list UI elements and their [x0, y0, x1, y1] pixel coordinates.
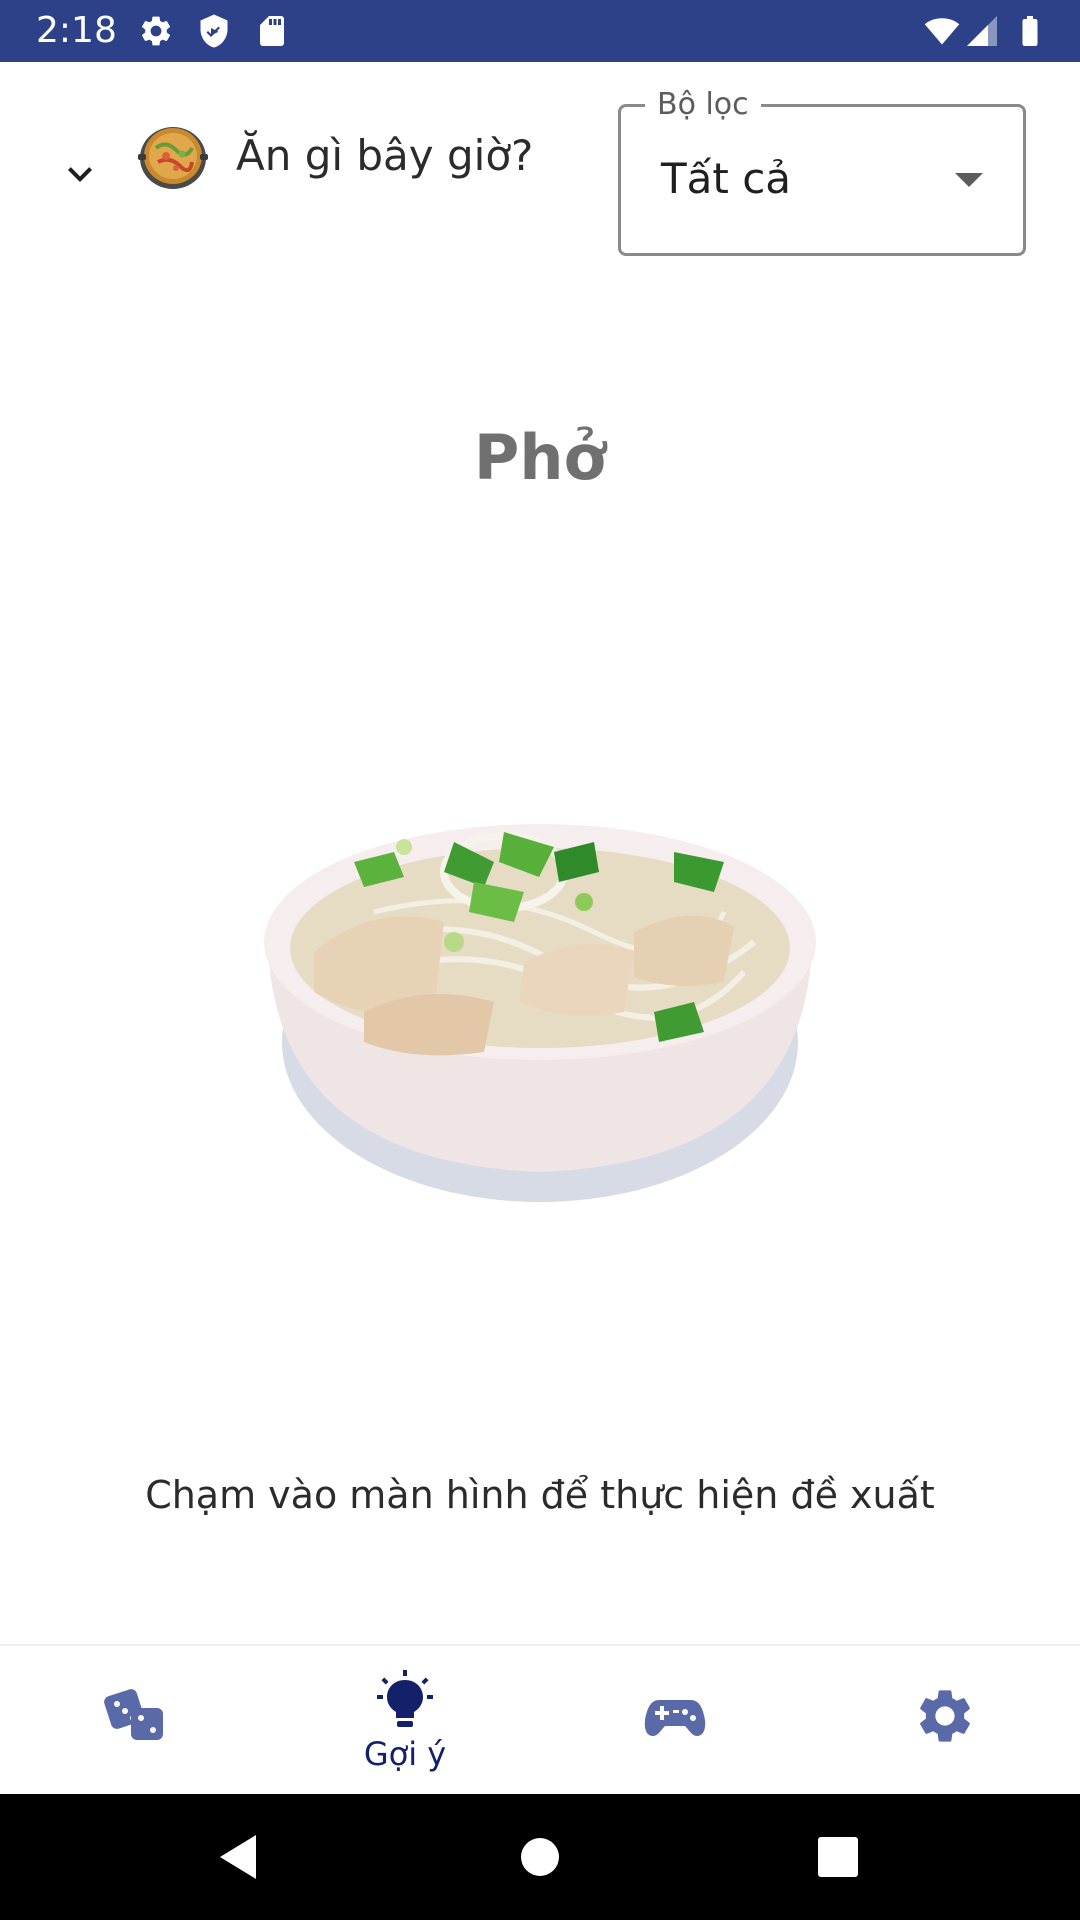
tap-hint-text: Chạm vào màn hình để thực hiện đề xuất: [145, 1473, 935, 1517]
chevron-down-icon[interactable]: [56, 150, 104, 198]
status-bar: 2:18: [0, 0, 1080, 62]
signal-icon: [964, 13, 1000, 49]
status-time: 2:18: [36, 10, 117, 51]
app-logo-icon: [136, 118, 210, 192]
lightbulb-icon: [373, 1668, 437, 1732]
settings-icon: [138, 13, 174, 49]
bottom-navigation: Gợi ý: [0, 1644, 1080, 1794]
recents-icon[interactable]: [808, 1827, 868, 1887]
back-icon[interactable]: [208, 1827, 268, 1887]
nav-item-game[interactable]: [540, 1646, 810, 1794]
filter-dropdown[interactable]: Bộ lọc Tất cả: [618, 87, 1026, 256]
dice-icon: [103, 1684, 167, 1748]
filter-label: Bộ lọc: [645, 87, 761, 123]
sd-card-icon: [254, 13, 290, 49]
nav-label-suggest: Gợi ý: [363, 1735, 447, 1773]
food-image[interactable]: [254, 752, 826, 1212]
gamepad-icon: [643, 1684, 707, 1748]
nav-item-random[interactable]: [0, 1646, 270, 1794]
filter-selected-value: Tất cả: [661, 154, 792, 203]
dropdown-arrow-icon: [955, 173, 983, 187]
nav-item-settings[interactable]: [810, 1646, 1080, 1794]
home-icon[interactable]: [510, 1827, 570, 1887]
battery-icon: [1012, 13, 1048, 49]
app-title: Ăn gì bây giờ?: [236, 131, 534, 180]
wifi-icon: [924, 13, 960, 49]
shield-icon: [196, 13, 232, 49]
suggested-food-name: Phở: [473, 421, 607, 494]
header: Ăn gì bây giờ? Bộ lọc Tất cả: [0, 62, 1080, 282]
nav-item-suggest[interactable]: Gợi ý: [270, 1646, 540, 1794]
system-navigation-bar: [0, 1794, 1080, 1920]
gear-icon: [913, 1684, 977, 1748]
